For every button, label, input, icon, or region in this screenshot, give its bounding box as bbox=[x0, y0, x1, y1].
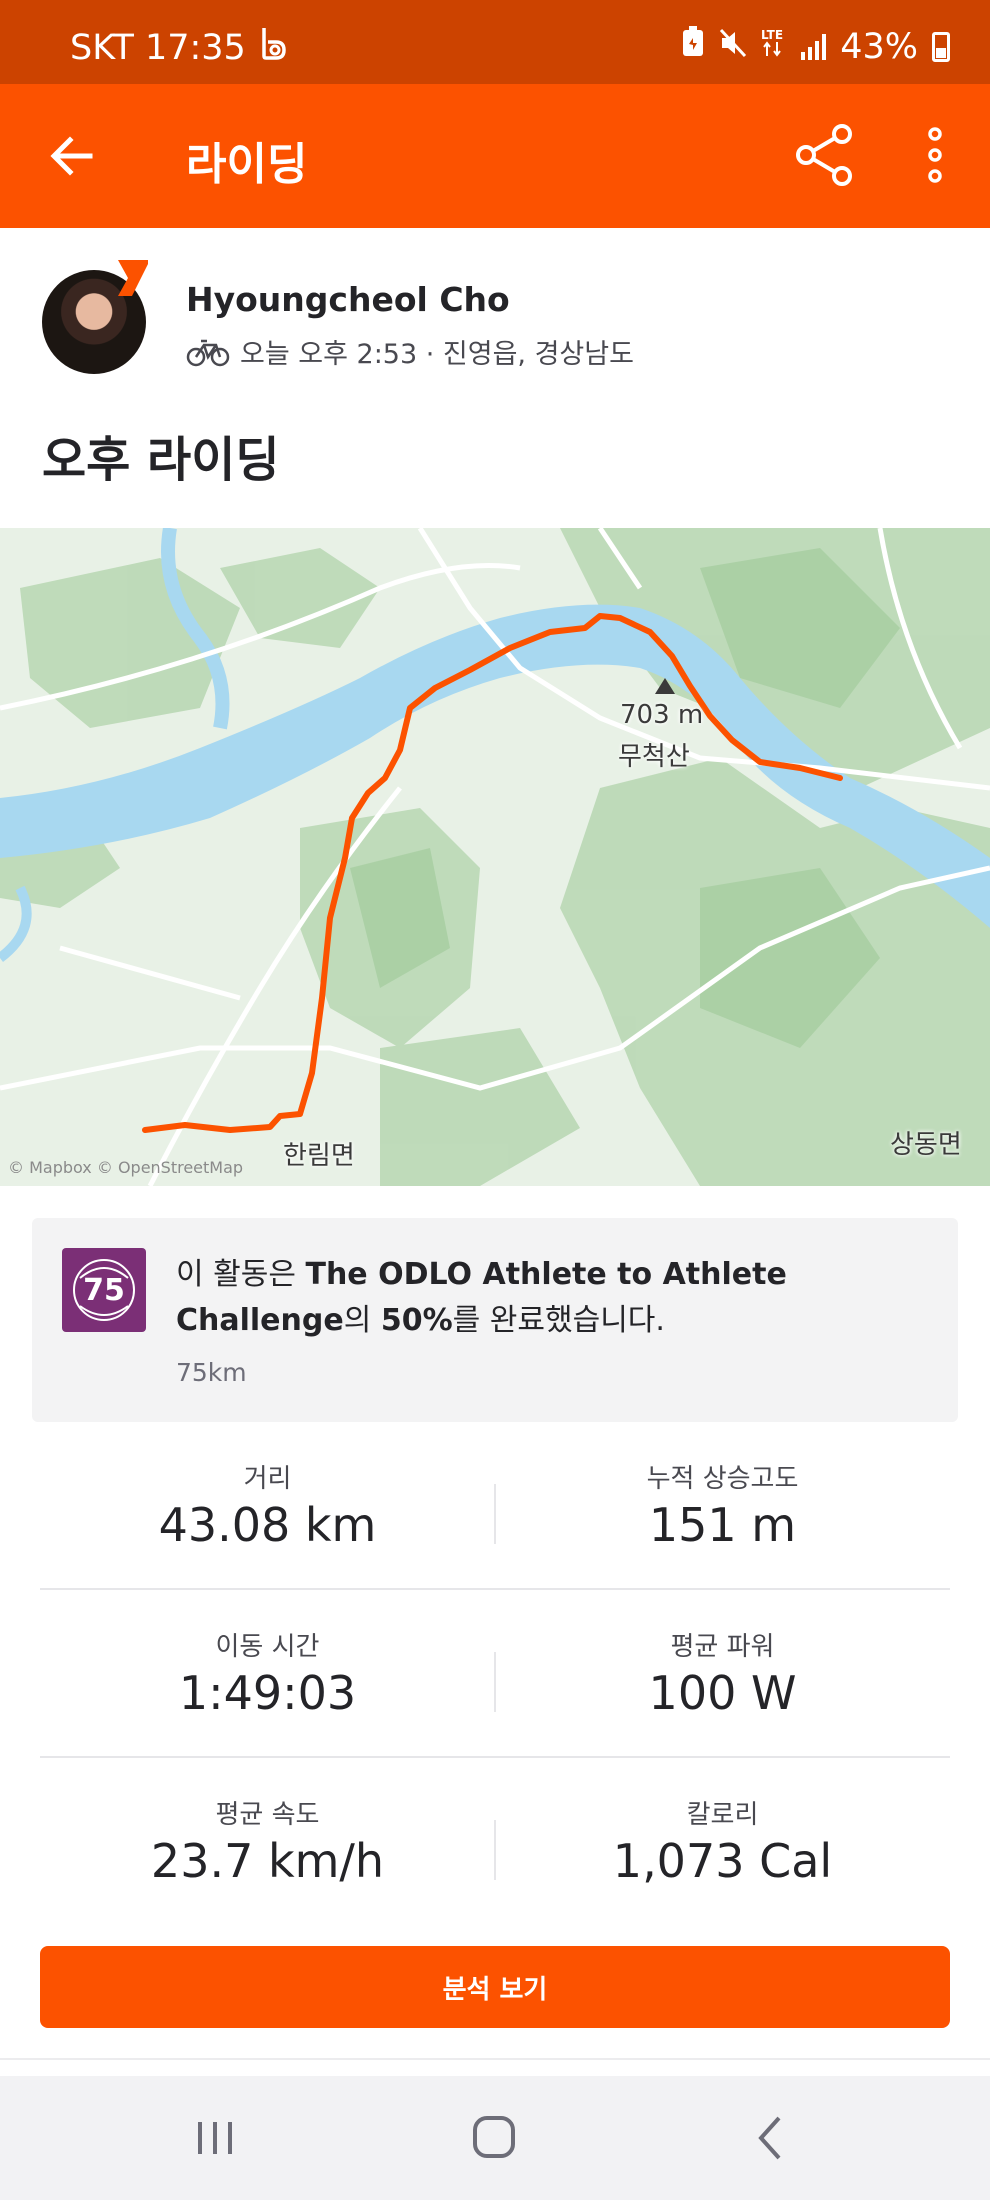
divider bbox=[0, 2058, 990, 2060]
back-icon bbox=[758, 2116, 781, 2160]
stat-elevation-gain: 누적 상승고도 151 m bbox=[495, 1422, 950, 1590]
carrier-time: SKT 17:35 bbox=[70, 27, 246, 68]
town-label-hallim: 한림면 bbox=[283, 1141, 355, 1171]
activity-meta: 오늘 오후 2:53 · 진영읍, 경상남도 bbox=[186, 332, 634, 371]
athlete-name[interactable]: Hyoungcheol Cho bbox=[186, 280, 510, 319]
status-left: SKT 17:35 bbox=[70, 26, 288, 69]
challenge-text-prefix: 이 활동은 bbox=[176, 1257, 306, 1292]
stats-row: 평균 속도 23.7 km/h 칼로리 1,073 Cal bbox=[40, 1758, 950, 1926]
stat-label: 평균 파워 bbox=[670, 1632, 775, 1662]
bike-icon bbox=[186, 339, 230, 366]
stat-value: 1,073 Cal bbox=[612, 1834, 833, 1888]
svg-text:75: 75 bbox=[83, 1273, 125, 1308]
challenge-text-mid: 의 bbox=[343, 1303, 381, 1338]
challenge-card[interactable]: 75 이 활동은 The ODLO Athlete to Athlete Cha… bbox=[32, 1218, 958, 1422]
challenge-text-suffix: 를 완료했습니다. bbox=[452, 1303, 665, 1338]
challenge-badge: 75 bbox=[62, 1248, 146, 1332]
battery-icon bbox=[932, 31, 950, 62]
map-attribution: © Mapbox © OpenStreetMap bbox=[8, 1158, 244, 1177]
map-canvas bbox=[0, 528, 990, 1186]
recent-apps-button[interactable] bbox=[180, 2106, 250, 2170]
challenge-percent: 50% bbox=[380, 1303, 453, 1338]
stat-label: 누적 상승고도 bbox=[646, 1464, 799, 1494]
more-button[interactable] bbox=[905, 120, 965, 190]
status-right: LTE 43% bbox=[681, 26, 950, 67]
stat-moving-time: 이동 시간 1:49:03 bbox=[40, 1590, 495, 1758]
home-button[interactable] bbox=[459, 2106, 529, 2170]
route-map[interactable]: 703 m 무척산 한림면 상동면 © Mapbox © OpenStreetM… bbox=[0, 528, 990, 1186]
battery-percent: 43% bbox=[840, 26, 918, 67]
stat-value: 1:49:03 bbox=[178, 1666, 357, 1720]
stat-label: 평균 속도 bbox=[215, 1800, 320, 1830]
signal-icon bbox=[801, 33, 827, 60]
battery-saver-icon bbox=[681, 26, 705, 67]
status-bar: SKT 17:35 LTE 43% bbox=[0, 0, 990, 84]
stat-avg-speed: 평균 속도 23.7 km/h bbox=[40, 1758, 495, 1926]
stats-row: 이동 시간 1:49:03 평균 파워 100 W bbox=[40, 1590, 950, 1758]
stat-calories: 칼로리 1,073 Cal bbox=[495, 1758, 950, 1926]
system-nav-bar bbox=[0, 2076, 990, 2200]
stat-value: 100 W bbox=[648, 1666, 797, 1720]
stat-label: 칼로리 bbox=[686, 1800, 759, 1830]
stat-distance: 거리 43.08 km bbox=[40, 1422, 495, 1590]
back-button[interactable] bbox=[40, 122, 108, 190]
peak-name-label: 무척산 bbox=[618, 742, 690, 772]
share-button[interactable] bbox=[790, 120, 860, 190]
recent-apps-icon bbox=[198, 2122, 232, 2154]
app-bar: 라이딩 bbox=[0, 84, 990, 228]
stat-value: 43.08 km bbox=[158, 1498, 377, 1552]
arrow-left-icon bbox=[50, 136, 93, 176]
stats-row: 거리 43.08 km 누적 상승고도 151 m bbox=[40, 1422, 950, 1590]
stat-value: 151 m bbox=[648, 1498, 797, 1552]
peak-elevation-label: 703 m bbox=[620, 700, 704, 730]
activity-meta-text: 오늘 오후 2:53 · 진영읍, 경상남도 bbox=[240, 339, 634, 370]
stat-label: 이동 시간 bbox=[215, 1632, 320, 1662]
odlo-challenge-icon: 75 bbox=[73, 1259, 135, 1321]
share-icon bbox=[796, 124, 852, 186]
svg-text:LTE: LTE bbox=[761, 28, 783, 42]
stats-grid: 거리 43.08 km 누적 상승고도 151 m 이동 시간 1:49:03 … bbox=[40, 1422, 950, 1926]
challenge-description: 이 활동은 The ODLO Athlete to Athlete Challe… bbox=[176, 1252, 916, 1344]
lte-icon: LTE bbox=[761, 26, 787, 67]
strava-badge-icon bbox=[118, 260, 148, 296]
stat-avg-power: 평균 파워 100 W bbox=[495, 1590, 950, 1758]
mute-icon bbox=[719, 27, 747, 67]
more-vertical-icon bbox=[928, 127, 942, 183]
home-icon bbox=[473, 2116, 515, 2158]
b-app-icon bbox=[258, 26, 288, 69]
stat-label: 거리 bbox=[243, 1464, 292, 1494]
nav-back-button[interactable] bbox=[735, 2106, 805, 2170]
challenge-distance: 75km bbox=[176, 1358, 247, 1387]
town-label-sangdong: 상동면 bbox=[890, 1130, 962, 1160]
activity-title: 오후 라이딩 bbox=[42, 432, 280, 488]
view-analysis-button[interactable]: 분석 보기 bbox=[40, 1946, 950, 2028]
page-title: 라이딩 bbox=[186, 139, 308, 190]
athlete-header: Hyoungcheol Cho 오늘 오후 2:53 · 진영읍, 경상남도 오… bbox=[0, 228, 990, 528]
stat-value: 23.7 km/h bbox=[150, 1834, 385, 1888]
